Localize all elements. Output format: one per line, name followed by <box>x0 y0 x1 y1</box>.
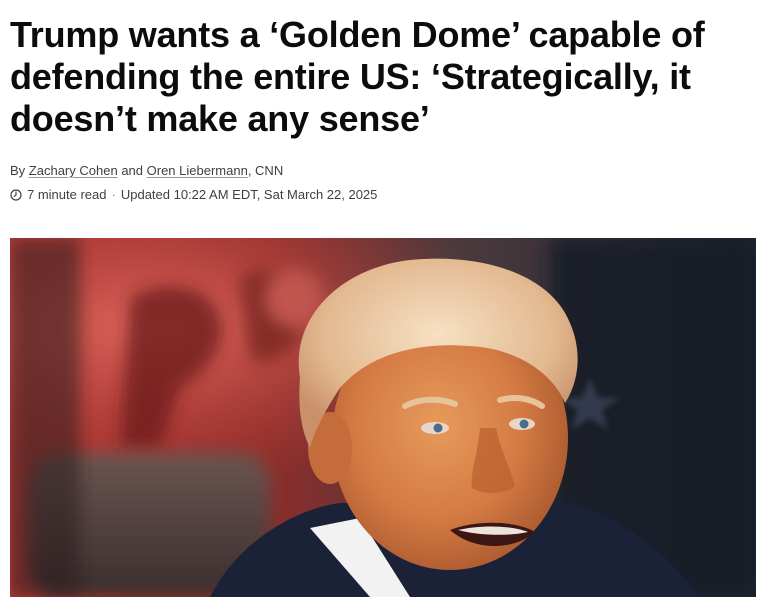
updated-timestamp: Updated 10:22 AM EDT, Sat March 22, 2025 <box>120 187 378 202</box>
byline-source: , CNN <box>247 163 284 178</box>
author-link-oren-liebermann[interactable]: Oren Liebermann <box>147 163 248 178</box>
lead-photo-image <box>10 238 756 597</box>
author-link-zachary-cohen[interactable]: Zachary Cohen <box>29 163 118 178</box>
article-headline: Trump wants a ‘Golden Dome’ capable of d… <box>10 14 705 139</box>
read-time: 7 minute read <box>27 187 107 202</box>
article-page: Trump wants a ‘Golden Dome’ capable of d… <box>0 0 769 597</box>
article-byline: By Zachary Cohen and Oren Liebermann, CN… <box>10 162 283 180</box>
clock-icon <box>10 189 22 201</box>
article-timestamp: 7 minute read · Updated 10:22 AM EDT, Sa… <box>10 186 377 204</box>
lead-photo[interactable] <box>10 238 756 597</box>
byline-conjunction: and <box>121 163 144 178</box>
byline-prefix: By <box>10 163 26 178</box>
meta-separator: · <box>111 187 116 202</box>
